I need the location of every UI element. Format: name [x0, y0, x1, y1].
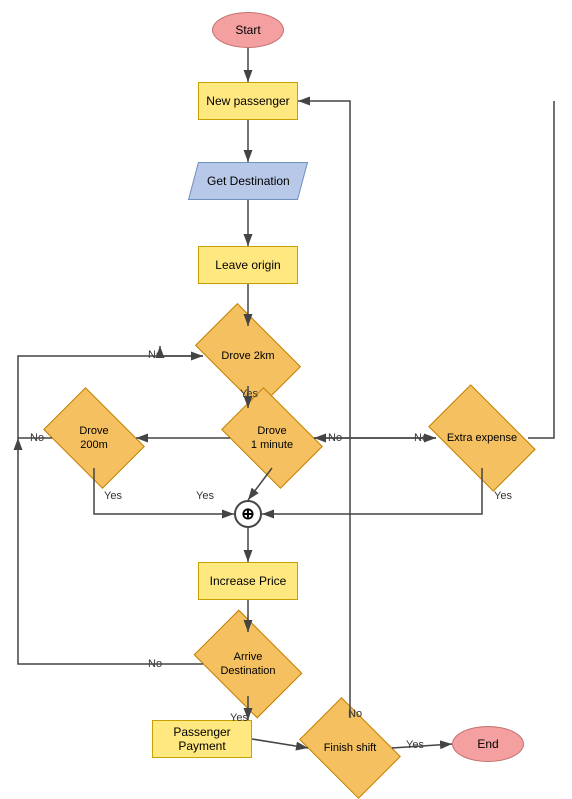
- leave-origin-label: Leave origin: [215, 258, 280, 272]
- drove-1min-label: Drove1 minute: [251, 424, 293, 453]
- finish-shift-node: Finish shift: [308, 718, 392, 778]
- drove-2km-node: Drove 2km: [203, 326, 293, 386]
- label-yes-1min: Yes: [196, 490, 214, 502]
- label-no-arrive: No: [148, 658, 162, 670]
- drove-1min-node: Drove1 minute: [230, 408, 314, 468]
- merge-circle: ⊕: [234, 500, 262, 528]
- extra-expense-label: Extra expense: [447, 431, 517, 445]
- arrive-destination-label: ArriveDestination: [220, 650, 275, 679]
- end-node: End: [452, 726, 524, 762]
- get-destination-label: Get Destination: [207, 174, 290, 188]
- increase-price-node: Increase Price: [198, 562, 298, 600]
- get-destination-node: Get Destination: [188, 162, 308, 200]
- end-label: End: [477, 737, 498, 751]
- increase-price-label: Increase Price: [210, 574, 287, 588]
- label-no-extra: No: [414, 432, 428, 444]
- drove-200m-node: Drove200m: [52, 408, 136, 468]
- start-node: Start: [212, 12, 284, 48]
- drove-2km-label: Drove 2km: [221, 349, 274, 363]
- leave-origin-node: Leave origin: [198, 246, 298, 284]
- flowchart: Start New passenger Get Destination Leav…: [0, 0, 572, 780]
- label-yes-arrive: Yes: [230, 712, 248, 724]
- label-no-1min: No: [328, 432, 342, 444]
- label-no-200m: No: [30, 432, 44, 444]
- new-passenger-node: New passenger: [198, 82, 298, 120]
- start-label: Start: [235, 23, 260, 37]
- extra-expense-node: Extra expense: [436, 408, 528, 468]
- drove-200m-label: Drove200m: [79, 424, 108, 453]
- passenger-payment-label: Passenger Payment: [153, 725, 251, 753]
- passenger-payment-node: Passenger Payment: [152, 720, 252, 758]
- label-yes-finish: Yes: [406, 739, 424, 751]
- finish-shift-label: Finish shift: [324, 741, 377, 755]
- label-yes-200m: Yes: [104, 490, 122, 502]
- label-no-finish: No: [348, 708, 362, 720]
- arrive-destination-node: ArriveDestination: [203, 632, 293, 696]
- label-no-2km: No: [148, 349, 162, 361]
- new-passenger-label: New passenger: [206, 94, 289, 108]
- label-yes-2km: Yes: [240, 388, 258, 400]
- label-yes-extra: Yes: [494, 490, 512, 502]
